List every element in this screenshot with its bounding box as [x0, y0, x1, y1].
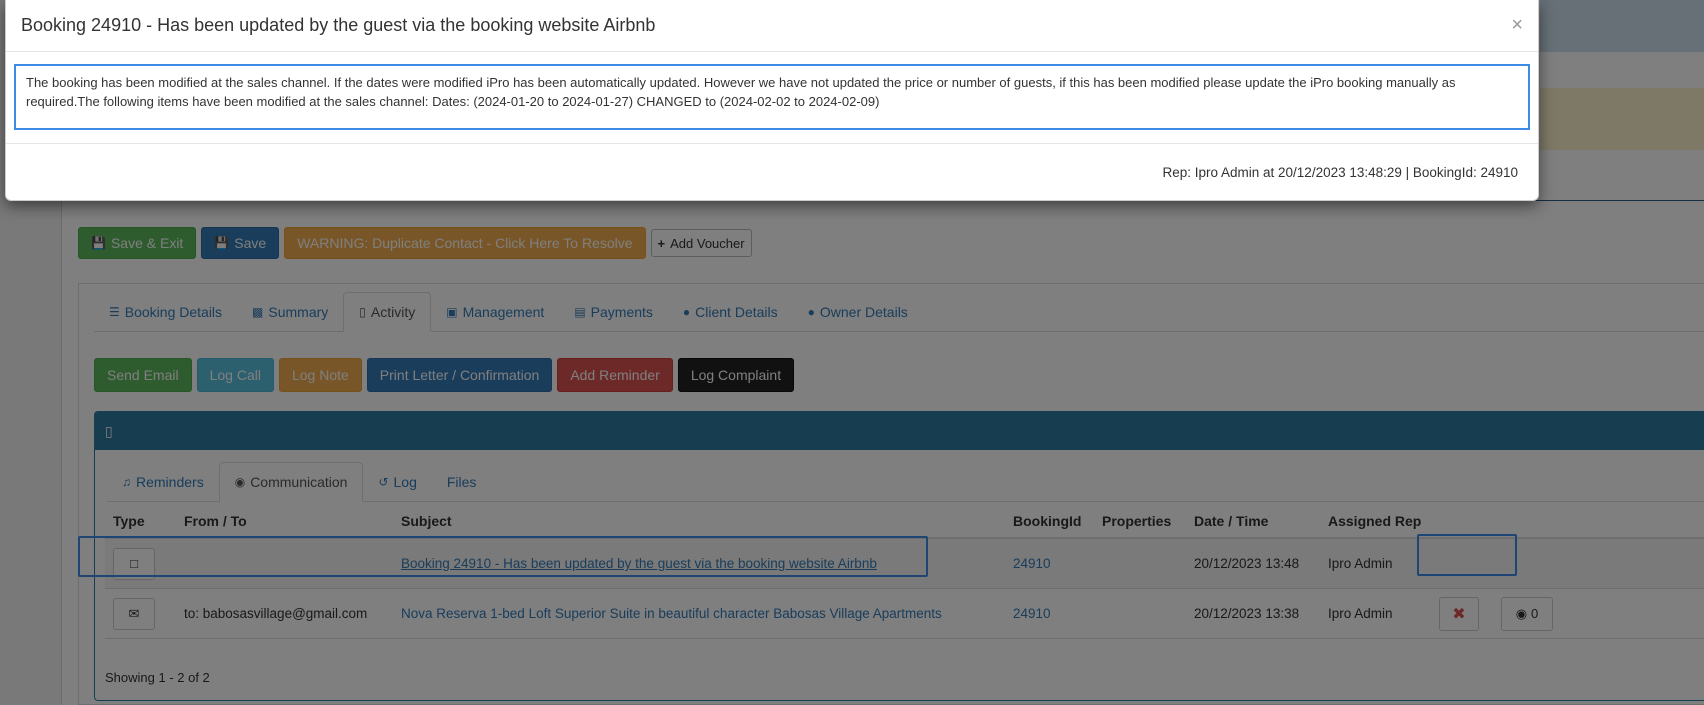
booking-update-modal: Booking 24910 - Has been updated by the … — [5, 0, 1539, 201]
modification-message: The booking has been modified at the sal… — [14, 64, 1530, 130]
modal-body: The booking has been modified at the sal… — [6, 52, 1538, 144]
modal-footer: Rep: Ipro Admin at 20/12/2023 13:48:29 |… — [6, 144, 1538, 200]
modal-header: Booking 24910 - Has been updated by the … — [6, 0, 1538, 52]
rep-info: Rep: Ipro Admin at 20/12/2023 13:48:29 |… — [1162, 164, 1518, 180]
close-icon[interactable]: × — [1511, 14, 1523, 37]
modal-title: Booking 24910 - Has been updated by the … — [21, 15, 656, 35]
